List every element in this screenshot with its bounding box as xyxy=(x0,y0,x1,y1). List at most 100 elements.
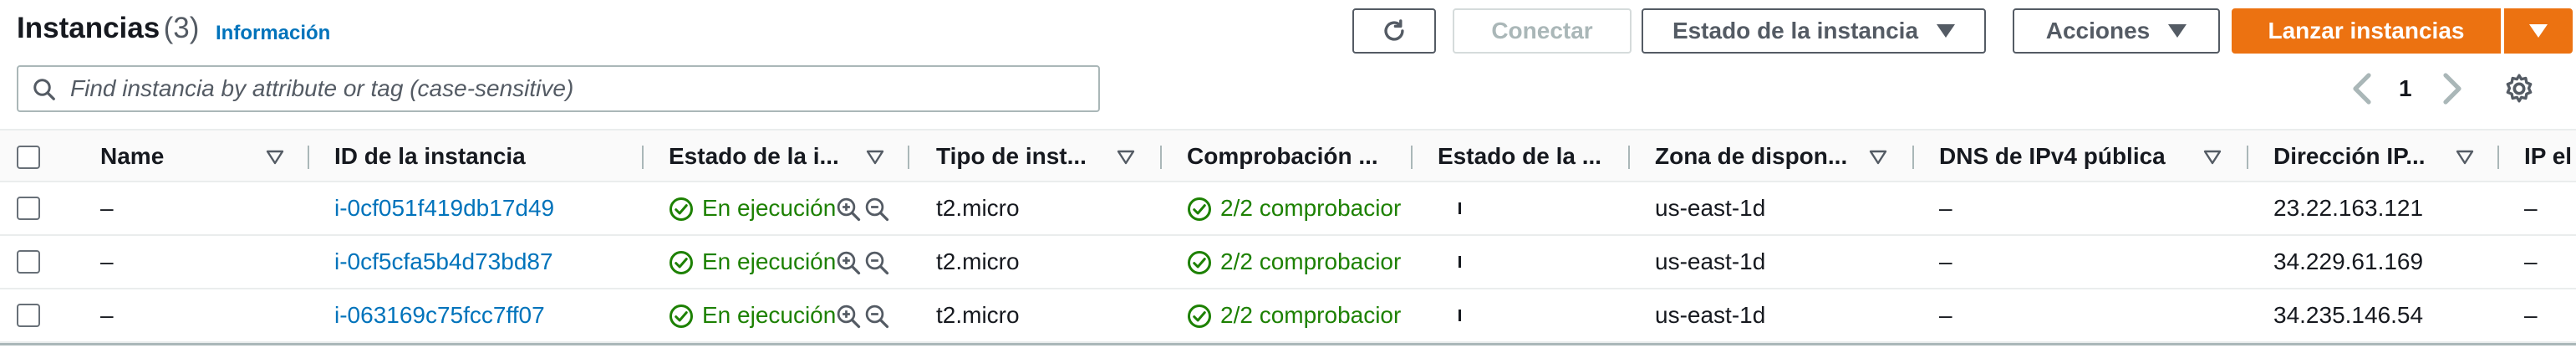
cell-public-ip: 34.229.61.169 xyxy=(2273,248,2424,274)
launch-instances-button[interactable]: Lanzar instancias xyxy=(2232,8,2501,54)
caret-down-icon xyxy=(2529,24,2548,38)
instance-id-link[interactable]: i-0cf051f419db17d49 xyxy=(334,182,554,234)
cell-instance-type: t2.micro xyxy=(936,248,1020,274)
zoom-in-icon[interactable] xyxy=(836,250,861,275)
table-row[interactable]: – i-0cf051f419db17d49 En ejecución t2.mi… xyxy=(0,182,2576,236)
zoom-in-icon[interactable] xyxy=(836,304,861,329)
column-header-instance-id[interactable]: ID de la instancia xyxy=(334,130,635,182)
row-checkbox[interactable] xyxy=(17,304,40,327)
cell-public-ip: 34.235.146.54 xyxy=(2273,302,2424,328)
select-all-checkbox[interactable] xyxy=(17,146,40,169)
instances-page: Instancias (3) Información Conectar Esta… xyxy=(0,0,2576,348)
caret-down-icon xyxy=(1937,24,1956,38)
instance-state-label: Estado de la instancia xyxy=(1672,18,1919,44)
search-field[interactable] xyxy=(17,65,1100,112)
status-check-text: 2/2 comprobacior xyxy=(1220,302,1402,328)
column-divider[interactable] xyxy=(1912,146,1914,169)
cell-public-dns: – xyxy=(1939,302,1952,328)
cell-name: – xyxy=(100,302,114,328)
check-circle-icon xyxy=(1188,197,1211,221)
column-divider[interactable] xyxy=(908,146,909,169)
zoom-in-icon[interactable] xyxy=(836,197,861,222)
caret-down-icon xyxy=(2168,24,2187,38)
column-divider[interactable] xyxy=(308,146,309,169)
instance-id-link[interactable]: i-063169c75fcc7ff07 xyxy=(334,289,545,341)
launch-options-dropdown[interactable] xyxy=(2504,8,2573,54)
page-number[interactable]: 1 xyxy=(2399,75,2412,102)
table-row[interactable]: – i-0cf5cfa5b4d73bd87 En ejecución t2.mi… xyxy=(0,236,2576,289)
sort-caret-icon[interactable] xyxy=(1869,149,1887,166)
status-check-text: 2/2 comprobacior xyxy=(1220,195,1402,221)
instance-id-link[interactable]: i-0cf5cfa5b4d73bd87 xyxy=(334,236,553,288)
check-circle-icon xyxy=(669,251,693,274)
check-circle-icon xyxy=(1188,304,1211,328)
cell-public-dns: – xyxy=(1939,195,1952,221)
instance-state-dropdown[interactable]: Estado de la instancia xyxy=(1642,8,1986,54)
column-header-alarm-status[interactable]: Estado de la ... xyxy=(1438,130,1605,182)
cell-elastic-ip: – xyxy=(2524,248,2538,274)
column-header-instance-state[interactable]: Estado de la i... xyxy=(669,130,853,182)
check-circle-icon xyxy=(669,197,693,221)
column-divider[interactable] xyxy=(1160,146,1162,169)
table-row[interactable]: – i-063169c75fcc7ff07 En ejecución t2.mi… xyxy=(0,289,2576,343)
sort-caret-icon[interactable] xyxy=(1117,149,1135,166)
column-header-public-ip[interactable]: Dirección IP... xyxy=(2273,130,2457,182)
gear-icon[interactable] xyxy=(2502,72,2536,105)
chevron-right-icon[interactable] xyxy=(2442,72,2464,105)
info-link[interactable]: Información xyxy=(216,22,330,45)
instance-state-text: En ejecución xyxy=(702,302,837,328)
zoom-out-icon[interactable] xyxy=(864,304,889,329)
zoom-out-icon[interactable] xyxy=(864,197,889,222)
search-icon xyxy=(33,79,55,100)
alarm-status-mark xyxy=(1459,202,1461,214)
column-header-name[interactable]: Name xyxy=(100,130,251,182)
check-circle-icon xyxy=(669,304,693,328)
cell-public-ip: 23.22.163.121 xyxy=(2273,195,2424,221)
instance-state-text: En ejecución xyxy=(702,195,837,221)
column-header-public-dns[interactable]: DNS de IPv4 pública xyxy=(1939,130,2215,182)
refresh-button[interactable] xyxy=(1352,8,1436,54)
column-divider[interactable] xyxy=(2497,146,2499,169)
alarm-status-mark xyxy=(1459,256,1461,268)
instance-state-text: En ejecución xyxy=(702,248,837,274)
chevron-left-icon[interactable] xyxy=(2350,72,2372,105)
column-divider[interactable] xyxy=(2247,146,2248,169)
connect-button[interactable]: Conectar xyxy=(1453,8,1632,54)
launch-instances-label: Lanzar instancias xyxy=(2268,18,2465,44)
column-divider[interactable] xyxy=(1628,146,1630,169)
cell-elastic-ip: – xyxy=(2524,302,2538,328)
row-checkbox[interactable] xyxy=(17,197,40,220)
status-check-text: 2/2 comprobacior xyxy=(1220,248,1402,274)
instance-count: (3) xyxy=(163,12,200,44)
zoom-out-icon[interactable] xyxy=(864,250,889,275)
column-header-instance-type[interactable]: Tipo de inst... xyxy=(936,130,1103,182)
cell-public-dns: – xyxy=(1939,248,1952,274)
column-header-status-check[interactable]: Comprobación ... xyxy=(1187,130,1404,182)
row-checkbox[interactable] xyxy=(17,250,40,274)
column-header-availability-zone[interactable]: Zona de dispon... xyxy=(1655,130,1856,182)
horizontal-scrollbar[interactable] xyxy=(0,343,2576,345)
column-header-elastic-ip[interactable]: IP el xyxy=(2524,130,2576,182)
cell-instance-type: t2.micro xyxy=(936,195,1020,221)
refresh-icon xyxy=(1384,19,1404,41)
column-divider[interactable] xyxy=(1411,146,1413,169)
cell-name: – xyxy=(100,248,114,274)
alarm-status-mark xyxy=(1459,310,1461,321)
cell-instance-type: t2.micro xyxy=(936,302,1020,328)
page-title-group: Instancias (3) xyxy=(17,12,199,45)
cell-availability-zone: us-east-1d xyxy=(1655,195,1766,221)
actions-dropdown[interactable]: Acciones xyxy=(2013,8,2220,54)
connect-button-label: Conectar xyxy=(1491,18,1593,44)
sort-caret-icon[interactable] xyxy=(2203,149,2222,166)
cell-availability-zone: us-east-1d xyxy=(1655,302,1766,328)
actions-label: Acciones xyxy=(2045,18,2151,44)
sort-caret-icon[interactable] xyxy=(266,149,284,166)
cell-availability-zone: us-east-1d xyxy=(1655,248,1766,274)
table-header: Name ID de la instancia Estado de la i..… xyxy=(0,129,2576,182)
page-title: Instancias xyxy=(17,12,160,44)
column-divider[interactable] xyxy=(642,146,644,169)
sort-caret-icon[interactable] xyxy=(2456,149,2474,166)
check-circle-icon xyxy=(1188,251,1211,274)
search-input[interactable] xyxy=(69,72,1088,105)
sort-caret-icon[interactable] xyxy=(866,149,884,166)
